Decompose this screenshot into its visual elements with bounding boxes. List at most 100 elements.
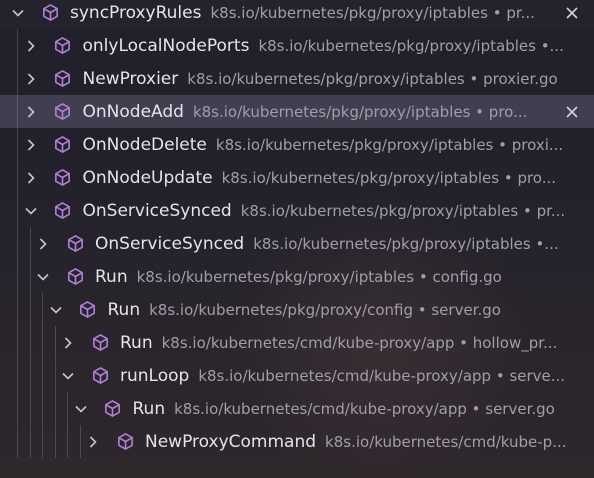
indent-guide bbox=[54, 425, 56, 458]
symbol-method-cube-icon bbox=[53, 62, 73, 95]
symbol-name: Run bbox=[95, 266, 128, 287]
indent-guide bbox=[54, 359, 56, 392]
indent-guide bbox=[17, 62, 18, 95]
tree-row-text: onlyLocalNodePorts k8s.io/kubernetes/pkg/… bbox=[83, 29, 587, 62]
indent-guide bbox=[17, 95, 18, 128]
symbol-method-cube-icon bbox=[53, 29, 73, 62]
chevron-down-icon[interactable] bbox=[60, 359, 76, 392]
chevron-right-icon[interactable] bbox=[35, 227, 51, 260]
indent-guide bbox=[42, 359, 43, 392]
symbol-name: Run bbox=[132, 398, 166, 419]
symbol-description: k8s.io/kubernetes/pkg/proxy/iptables • p… bbox=[192, 102, 528, 121]
symbol-description: k8s.io/kubernetes/pkg/proxy/iptables • p… bbox=[210, 3, 535, 22]
indent-guide bbox=[17, 29, 18, 62]
chevron-right-icon[interactable] bbox=[23, 128, 39, 161]
symbol-description: k8s.io/kubernetes/pkg/proxy/iptables •..… bbox=[253, 234, 559, 253]
symbol-method-cube-icon bbox=[53, 161, 73, 194]
indent-guide bbox=[42, 326, 43, 359]
symbol-method-cube-icon bbox=[65, 260, 85, 293]
chevron-down-icon[interactable] bbox=[73, 392, 89, 425]
tree-row-text: runLoop k8s.io/kubernetes/cmd/kube-proxy/… bbox=[120, 359, 586, 392]
tree-row[interactable]: Run k8s.io/kubernetes/cmd/kube-proxy/app … bbox=[0, 326, 594, 359]
symbol-method-cube-icon bbox=[90, 326, 110, 359]
tree-row[interactable]: OnServiceSynced k8s.io/kubernetes/pkg/pro… bbox=[0, 227, 594, 260]
symbol-method-cube-icon bbox=[90, 359, 110, 392]
chevron-right-icon[interactable] bbox=[23, 95, 39, 128]
indent-guide bbox=[29, 326, 31, 359]
close-icon[interactable] bbox=[562, 95, 582, 128]
symbol-description: k8s.io/kubernetes/pkg/proxy/iptables •..… bbox=[258, 36, 564, 55]
tree-row-text: OnNodeDelete k8s.io/kubernetes/pkg/proxy/… bbox=[83, 128, 587, 161]
indent-guide bbox=[67, 425, 68, 458]
indent-guide bbox=[17, 359, 18, 392]
symbol-method-cube-icon bbox=[53, 128, 73, 161]
tree-row[interactable]: runLoop k8s.io/kubernetes/cmd/kube-proxy/… bbox=[0, 359, 594, 392]
symbol-name: Run bbox=[120, 332, 153, 353]
indent-guide bbox=[29, 293, 31, 326]
symbol-name: runLoop bbox=[120, 365, 190, 386]
indent-guide bbox=[42, 293, 43, 326]
symbol-description: k8s.io/kubernetes/pkg/proxy/iptables • c… bbox=[136, 267, 502, 286]
symbol-description: k8s.io/kubernetes/cmd/kube-p... bbox=[325, 432, 567, 451]
tree-row[interactable]: syncProxyRules k8s.io/kubernetes/pkg/prox… bbox=[0, 0, 594, 29]
chevron-right-icon[interactable] bbox=[85, 425, 101, 458]
tree-row-text: OnServiceSynced k8s.io/kubernetes/pkg/pro… bbox=[83, 194, 587, 227]
symbol-method-cube-icon bbox=[53, 95, 73, 128]
symbol-method-cube-icon bbox=[103, 392, 123, 425]
symbol-method-cube-icon bbox=[115, 425, 135, 458]
symbol-name: Run bbox=[107, 299, 141, 320]
chevron-right-icon[interactable] bbox=[60, 326, 76, 359]
indent-guide bbox=[29, 260, 31, 293]
symbol-method-cube-icon bbox=[65, 227, 85, 260]
tree-row[interactable]: onlyLocalNodePorts k8s.io/kubernetes/pkg/… bbox=[0, 29, 594, 62]
tree-row-text: NewProxier k8s.io/kubernetes/pkg/proxy/ip… bbox=[83, 62, 587, 95]
tree-row[interactable]: Run k8s.io/kubernetes/cmd/kube-proxy/app … bbox=[0, 392, 594, 425]
symbol-description: k8s.io/kubernetes/pkg/proxy/iptables • p… bbox=[187, 69, 558, 88]
tree-row[interactable]: Run k8s.io/kubernetes/pkg/proxy/config • … bbox=[0, 293, 594, 326]
call-hierarchy-tree: syncProxyRules k8s.io/kubernetes/pkg/prox… bbox=[0, 0, 594, 478]
chevron-down-icon[interactable] bbox=[35, 260, 51, 293]
indent-guide bbox=[17, 260, 18, 293]
chevron-right-icon[interactable] bbox=[23, 62, 39, 95]
symbol-description: k8s.io/kubernetes/pkg/proxy/config • ser… bbox=[149, 300, 501, 319]
indent-guide bbox=[42, 392, 43, 425]
symbol-name: OnNodeUpdate bbox=[82, 167, 213, 188]
indent-guide bbox=[79, 425, 81, 458]
symbol-name: OnServiceSynced bbox=[82, 200, 232, 221]
tree-row[interactable]: OnNodeDelete k8s.io/kubernetes/pkg/proxy/… bbox=[0, 128, 594, 161]
close-icon[interactable] bbox=[562, 0, 582, 29]
tree-row[interactable]: Run k8s.io/kubernetes/pkg/proxy/iptables … bbox=[0, 260, 594, 293]
indent-guide bbox=[17, 227, 18, 260]
symbol-method-cube-icon bbox=[53, 194, 73, 227]
symbol-description: k8s.io/kubernetes/pkg/proxy/iptables • p… bbox=[215, 135, 564, 154]
tree-row-text: Run k8s.io/kubernetes/cmd/kube-proxy/app … bbox=[133, 392, 587, 425]
chevron-down-icon[interactable] bbox=[48, 293, 64, 326]
indent-guide bbox=[17, 128, 18, 161]
symbol-name: OnNodeAdd bbox=[82, 101, 184, 122]
tree-row[interactable]: OnNodeAdd k8s.io/kubernetes/pkg/proxy/ipt… bbox=[0, 95, 594, 128]
indent-guide bbox=[17, 326, 18, 359]
tree-row[interactable]: NewProxier k8s.io/kubernetes/pkg/proxy/ip… bbox=[0, 62, 594, 95]
indent-guide bbox=[54, 326, 56, 359]
tree-row-text: OnNodeUpdate k8s.io/kubernetes/pkg/proxy/… bbox=[83, 161, 587, 194]
tree-row-text: Run k8s.io/kubernetes/pkg/proxy/config • … bbox=[108, 293, 587, 326]
tree-row[interactable]: OnNodeUpdate k8s.io/kubernetes/pkg/proxy/… bbox=[0, 161, 594, 194]
tree-row-text: OnNodeAdd k8s.io/kubernetes/pkg/proxy/ipt… bbox=[83, 95, 555, 128]
tree-row-text: OnServiceSynced k8s.io/kubernetes/pkg/pro… bbox=[95, 227, 586, 260]
tree-row-text: syncProxyRules k8s.io/kubernetes/pkg/prox… bbox=[70, 0, 554, 29]
symbol-description: k8s.io/kubernetes/pkg/proxy/iptables • p… bbox=[221, 168, 557, 187]
symbol-name: syncProxyRules bbox=[70, 2, 202, 23]
tree-row[interactable]: NewProxyCommand k8s.io/kubernetes/cmd/kub… bbox=[0, 425, 594, 458]
symbol-description: k8s.io/kubernetes/pkg/proxy/iptables • p… bbox=[240, 201, 566, 220]
symbol-name: NewProxyCommand bbox=[145, 431, 317, 452]
indent-guide bbox=[17, 392, 18, 425]
chevron-down-icon[interactable] bbox=[10, 0, 26, 29]
indent-guide bbox=[29, 425, 31, 458]
tree-row-text: Run k8s.io/kubernetes/pkg/proxy/iptables … bbox=[95, 260, 586, 293]
symbol-name: OnNodeDelete bbox=[82, 134, 207, 155]
symbol-method-cube-icon bbox=[40, 0, 60, 29]
chevron-right-icon[interactable] bbox=[23, 161, 39, 194]
tree-row[interactable]: OnServiceSynced k8s.io/kubernetes/pkg/pro… bbox=[0, 194, 594, 227]
chevron-right-icon[interactable] bbox=[23, 29, 39, 62]
chevron-down-icon[interactable] bbox=[23, 194, 39, 227]
